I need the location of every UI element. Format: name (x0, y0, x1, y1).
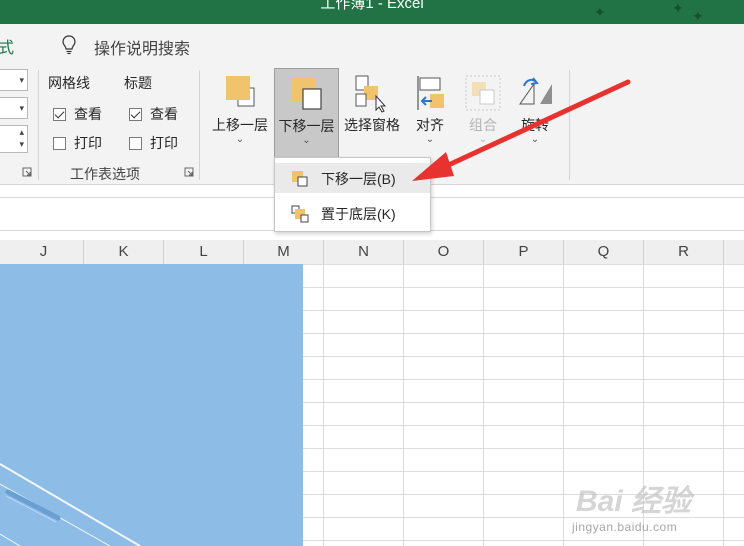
selected-shape[interactable] (0, 264, 303, 546)
bring-forward-icon (226, 76, 255, 107)
column-header-r[interactable]: R (644, 240, 724, 264)
column-header-q[interactable]: Q (564, 240, 644, 264)
align-button[interactable]: 对齐 ⌄ (406, 68, 454, 158)
watermark-text: Bai 经验 (576, 485, 692, 518)
gridlines-view-checkbox[interactable]: 查看 (53, 104, 102, 124)
watermark-url: jingyan.baidu.com (572, 520, 678, 534)
grid-column-line (403, 264, 404, 546)
lightbulb-icon (62, 35, 76, 55)
send-backward-icon (292, 171, 308, 187)
send-backward-button[interactable]: 下移一层 ⌄ (274, 68, 339, 158)
selection-pane-button[interactable]: 选择窗格 (340, 68, 404, 158)
headings-header: 标题 (124, 75, 152, 91)
shape-fill (0, 264, 303, 546)
sheet-options-dialog-launcher-icon[interactable] (184, 167, 194, 177)
rotate-icon (519, 77, 552, 105)
group-separator (38, 70, 39, 180)
group-separator (569, 70, 570, 180)
sheet-options-group-label: 工作表选项 (70, 166, 140, 182)
column-header-m[interactable]: M (244, 240, 324, 264)
headings-view-checkbox[interactable]: 查看 (129, 104, 178, 124)
gridlines-header: 网格线 (48, 75, 90, 91)
rotate-label: 旋转 (521, 117, 549, 133)
align-icon (417, 76, 444, 110)
send-to-back-icon (291, 205, 309, 223)
column-header-n[interactable]: N (324, 240, 404, 264)
selection-pane-label: 选择窗格 (344, 117, 400, 133)
grid-column-line (483, 264, 484, 546)
headings-view-label: 查看 (150, 106, 178, 122)
menu-item-label: 下移一层(B) (321, 171, 396, 187)
checkbox-checked-icon (129, 107, 142, 121)
checkbox-unchecked-icon (53, 136, 66, 150)
column-header-o[interactable]: O (404, 240, 484, 264)
window-title: 工作簿1 - Excel (320, 0, 424, 12)
bring-forward-label: 上移一层 (212, 117, 268, 133)
scale-dialog-launcher-icon[interactable] (22, 167, 32, 177)
column-header-row: JKLMNOPQR (0, 240, 744, 265)
chevron-down-icon: ⌄ (530, 134, 540, 145)
checkbox-checked-icon (53, 107, 66, 121)
menu-item-label: 置于底层(K) (321, 206, 396, 222)
grid-column-line (323, 264, 324, 546)
baidu-watermark: Bai 经验 jingyan.baidu.com (566, 470, 744, 546)
bird-decoration-icon: ✦ (692, 8, 704, 24)
scale-width-dropdown[interactable]: ▾ (0, 69, 28, 91)
headings-print-label: 打印 (150, 135, 178, 151)
menu-item-send-backward[interactable]: 下移一层(B) (275, 163, 430, 193)
align-label: 对齐 (416, 117, 444, 133)
group-label: 组合 (469, 117, 497, 133)
checkbox-unchecked-icon (129, 136, 142, 150)
column-header-k[interactable]: K (84, 240, 164, 264)
selection-pane-icon (355, 75, 387, 113)
group-objects-icon (465, 75, 501, 111)
menu-item-send-to-back[interactable]: 置于底层(K) (275, 198, 430, 228)
grid-column-line (563, 264, 564, 546)
send-backward-label: 下移一层 (278, 118, 335, 134)
scale-height-dropdown[interactable]: ▾ (0, 97, 28, 119)
chevron-down-icon: ⌄ (302, 135, 311, 146)
bird-decoration-icon: ✦ (672, 0, 684, 16)
title-bar: 工作簿1 - Excel ✦ ✦ ✦ (0, 0, 744, 24)
column-header-p[interactable]: P (484, 240, 564, 264)
chevron-down-icon: ⌄ (478, 134, 488, 145)
group-button[interactable]: 组合 ⌄ (458, 68, 508, 158)
ribbon-tab-row: 式 操作说明搜索 (0, 24, 744, 64)
chevron-down-icon: ⌄ (425, 134, 435, 145)
send-backward-dropdown-menu: 下移一层(B) 置于底层(K) (274, 157, 431, 232)
gridlines-print-label: 打印 (74, 135, 102, 151)
chevron-down-icon: ⌄ (235, 134, 245, 145)
tell-me-search[interactable]: 操作说明搜索 (94, 35, 190, 59)
tab-format-partial[interactable]: 式 (0, 34, 14, 58)
headings-print-checkbox[interactable]: 打印 (129, 133, 178, 153)
column-header-l[interactable]: L (164, 240, 244, 264)
rotate-button[interactable]: 旋转 ⌄ (510, 68, 560, 158)
scale-spinner[interactable]: ▴ ▾ (0, 125, 28, 153)
bring-forward-button[interactable]: 上移一层 ⌄ (206, 68, 274, 158)
gridlines-view-label: 查看 (74, 106, 102, 122)
column-header-j[interactable]: J (4, 240, 84, 264)
group-separator (199, 70, 200, 180)
bird-decoration-icon: ✦ (594, 4, 606, 20)
send-backward-icon (291, 77, 322, 110)
gridlines-print-checkbox[interactable]: 打印 (53, 133, 102, 153)
